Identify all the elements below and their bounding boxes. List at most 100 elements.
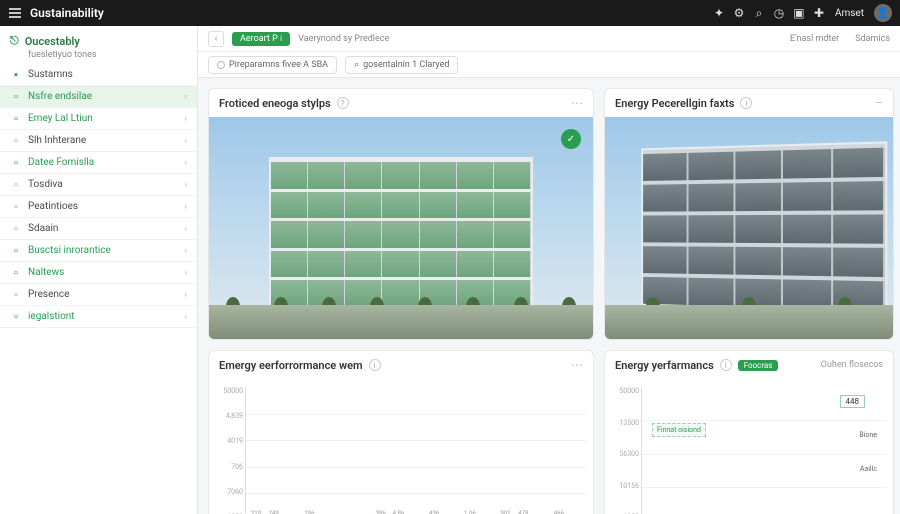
back-button[interactable]: ‹ [208,31,224,47]
chevron-right-icon: › [184,246,187,256]
account-label[interactable]: Amset [835,8,864,19]
info-icon[interactable]: ? [337,97,349,109]
chart-right-text: Bione [859,431,877,439]
item-icon: ▫ [10,245,22,257]
card-chart-2: Energy yerfarmancs i Foocras Ouhen flose… [604,350,894,514]
item-icon: ▫ [10,179,22,191]
sidebar-item-label: Naltews [28,267,178,278]
video-icon[interactable]: ▣ [789,3,809,23]
gear-icon[interactable]: ⚙ [729,3,749,23]
sidebar-header: ⎋ Oucestably fuesletiyuo tones [0,26,197,64]
card-title: Energy Pecerellgin faxts [615,97,734,110]
chevron-right-icon: › [184,180,187,190]
chevron-right-icon: › [184,92,187,102]
sidebar-section-label: Sustamns [28,69,187,80]
sidebar-item[interactable]: ▫ Naltews › [0,262,197,284]
avatar[interactable]: 👤 [874,4,892,22]
breadcrumb-bar: ‹ Aeroart P i Vaerynond sy Predlece E'na… [198,26,900,52]
sidebar-item-label: Busctsi inrorantice [28,245,178,256]
sidebar-item[interactable]: ▫ Sdaain › [0,218,197,240]
pin-icon[interactable]: ✦ [709,3,729,23]
section-icon: ▪ [10,69,22,81]
fab-check-icon[interactable]: ✓ [561,129,581,149]
chevron-right-icon: › [184,136,187,146]
briefcase-icon[interactable]: ✚ [809,3,829,23]
sidebar-item[interactable]: ▫ Tosdiva › [0,174,197,196]
sidebar-item[interactable]: ▫ Busctsi inrorantice › [0,240,197,262]
card-chart-1: Emergy eerforrormance wem i ⋯ 500004,839… [208,350,594,514]
main: ‹ Aeroart P i Vaerynond sy Predlece E'na… [198,26,900,514]
search-icon: ⌕ [354,60,359,70]
breadcrumb-chip[interactable]: Aeroart P i [232,32,290,46]
search-icon[interactable]: ⌕ [749,3,769,23]
chevron-right-icon: › [184,158,187,168]
chart-callout: 448 [840,395,866,408]
sidebar-item[interactable]: ▫ iegalstiont › [0,306,197,328]
sidebar-item-label: Slh Inhterane [28,135,178,146]
sidebar-item[interactable]: ▫ Slh Inhterane › [0,130,197,152]
building-image-1: ✓ [209,117,593,339]
sidebar-section[interactable]: ▪ Sustamns [0,64,197,86]
info-icon[interactable]: i [740,97,752,109]
chart-annotation: Finnat oisiond [652,423,706,437]
chart-energy-forecast: 500001350056300101566050 Finnat oisiond … [605,379,893,514]
sidebar-item-label: Sdaain [28,223,178,234]
item-icon: ▫ [10,267,22,279]
card-subtitle: Ouhen flosecos [821,360,883,370]
item-icon: ▫ [10,113,22,125]
card-title: Froticed eneoga stylps [219,97,331,110]
sidebar-title: Oucestably [25,35,80,48]
breadcrumb-text: Vaerynond sy Predlece [298,34,389,44]
brand: Gustainability [30,6,104,20]
filter-bar: Pireparamns fivee A SBA ⌕gosentalnin 1 C… [198,52,900,78]
sidebar-item[interactable]: ▫ Emey Lal Ltiun › [0,108,197,130]
chevron-right-icon: › [184,312,187,322]
chevron-right-icon: › [184,224,187,234]
item-icon: ▫ [10,135,22,147]
sidebar-item[interactable]: ▫ Nsfre endsilae › [0,86,197,108]
more-icon[interactable]: ⋯ [571,358,583,372]
item-icon: ▫ [10,91,22,103]
toolbar-link-1[interactable]: E'nasl mdter [790,34,839,44]
card-building-2: Energy Pecerellgin faxts i – [604,88,894,340]
leaf-icon: ⎋ [10,34,19,48]
card-building-1: Froticed eneoga stylps ? ⋯ ✓ [208,88,594,340]
sidebar-subtitle: fuesletiyuo tones [28,50,187,60]
topbar: Gustainability ✦ ⚙ ⌕ ◷ ▣ ✚ Amset 👤 [0,0,900,26]
sidebar-item-label: Datee Fomislla [28,157,178,168]
sidebar-item-label: Peatintioes [28,201,178,212]
chevron-right-icon: › [184,114,187,124]
sidebar-item[interactable]: ▫Peatintioes› [0,196,197,218]
radio-icon [217,61,225,69]
info-icon[interactable]: i [720,359,732,371]
sidebar-item[interactable]: ▫ Datee Fomislla › [0,152,197,174]
building-image-2 [605,117,893,339]
toolbar-link-2[interactable]: Sdamics [855,34,890,44]
chevron-right-icon: › [184,290,187,300]
sidebar-item[interactable]: ▫ Presence › [0,284,197,306]
menu-icon[interactable] [8,6,22,20]
card-title: Emergy eerforrormance wem [219,359,363,372]
sidebar-item-label: Nsfre endsilae [28,91,178,102]
chart-mid-text: Aaillc [860,465,877,473]
item-icon: ▫ [10,157,22,169]
sidebar-item-label: Presence [28,289,178,300]
minimize-icon[interactable]: – [875,96,883,110]
filter-pill-search[interactable]: ⌕gosentalnin 1 Claryed [345,56,458,74]
sidebar-item-label: Tosdiva [28,179,178,190]
card-title: Energy yerfarmancs [615,359,714,372]
item-icon: ▫ [10,289,22,301]
sidebar-item-label: iegalstiont [28,311,178,322]
badge: Foocras [738,360,779,371]
sidebar: ⎋ Oucestably fuesletiyuo tones ▪ Sustamns… [0,26,198,514]
clock-icon[interactable]: ◷ [769,3,789,23]
sidebar-item-label: Emey Lal Ltiun [28,113,178,124]
item-icon: ▫ [10,201,22,213]
chart-energy-performance: 500004,839401970670601958 2192492963864.… [209,379,593,514]
more-icon[interactable]: ⋯ [571,96,583,110]
info-icon[interactable]: i [369,359,381,371]
item-icon: ▫ [10,311,22,323]
item-icon: ▫ [10,223,22,235]
filter-pill-1[interactable]: Pireparamns fivee A SBA [208,56,337,74]
chevron-right-icon: › [184,268,187,278]
